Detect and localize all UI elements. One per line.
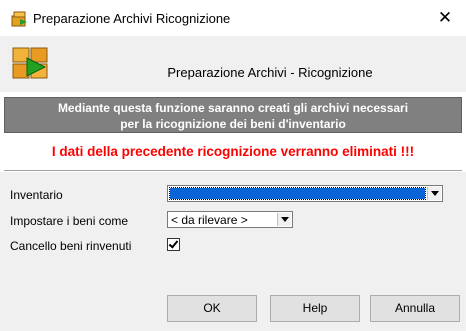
header-panel: Preparazione Archivi - Ricognizione	[0, 36, 466, 92]
cancello-checkbox[interactable]	[167, 238, 180, 251]
inventario-selection-highlight	[169, 187, 426, 200]
annulla-button[interactable]: Annulla	[370, 295, 460, 322]
close-button[interactable]: ✕	[430, 6, 460, 30]
banner-line-2: per la ricognizione dei beni d'inventari…	[120, 117, 346, 131]
impostare-label: Impostare i beni come	[10, 214, 129, 228]
archive-boxes-arrow-icon	[12, 47, 48, 79]
banner-line-1: Mediante questa funzione saranno creati …	[57, 101, 409, 115]
help-button[interactable]: Help	[270, 295, 360, 322]
info-banner: Mediante questa funzione saranno creati …	[4, 97, 462, 133]
form-panel: Inventario Impostare i beni come < da ri…	[0, 172, 466, 331]
cancello-label: Cancello beni rinvenuti	[10, 239, 132, 253]
inventario-label: Inventario	[10, 188, 63, 202]
chevron-down-icon	[431, 191, 439, 196]
archive-box-icon	[11, 11, 27, 27]
window-title: Preparazione Archivi Ricognizione	[33, 11, 231, 26]
chevron-down-icon	[281, 217, 289, 222]
title-bar: Preparazione Archivi Ricognizione ✕	[0, 0, 466, 36]
ok-button[interactable]: OK	[167, 295, 257, 322]
impostare-select[interactable]: < da rilevare >	[167, 211, 293, 228]
checkmark-icon	[168, 238, 179, 249]
inventario-dropdown-button[interactable]	[427, 187, 441, 200]
warning-message: I dati della precedente ricognizione ver…	[51, 144, 415, 159]
inventario-select[interactable]	[167, 185, 443, 202]
impostare-dropdown-button[interactable]	[277, 213, 291, 226]
header-title: Preparazione Archivi - Ricognizione	[167, 65, 373, 80]
close-icon: ✕	[437, 8, 453, 27]
impostare-value: < da rilevare >	[171, 213, 248, 227]
